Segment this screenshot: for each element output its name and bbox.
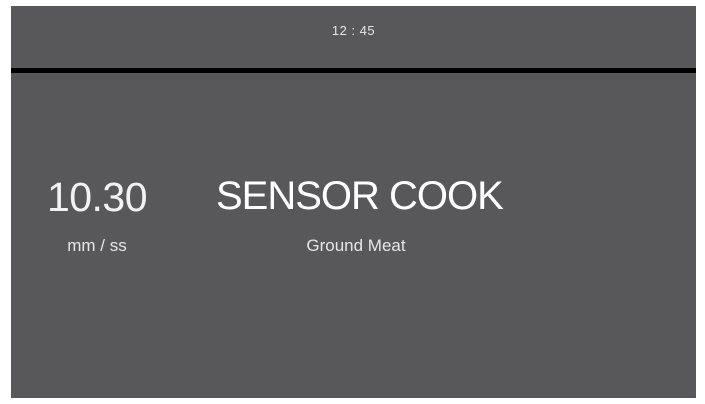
oven-display: 12 : 45 10.30 mm / ss SENSOR COOK Ground…	[11, 6, 696, 398]
timer-value[interactable]: 10.30	[37, 174, 157, 221]
clock-display: 12 : 45	[331, 23, 376, 38]
status-bar: 12 : 45	[11, 6, 696, 68]
timer-unit-label: mm / ss	[67, 236, 127, 255]
header-divider	[11, 68, 696, 73]
food-type-label[interactable]: Ground Meat	[216, 236, 496, 256]
cook-mode-title[interactable]: SENSOR COOK	[216, 174, 516, 219]
